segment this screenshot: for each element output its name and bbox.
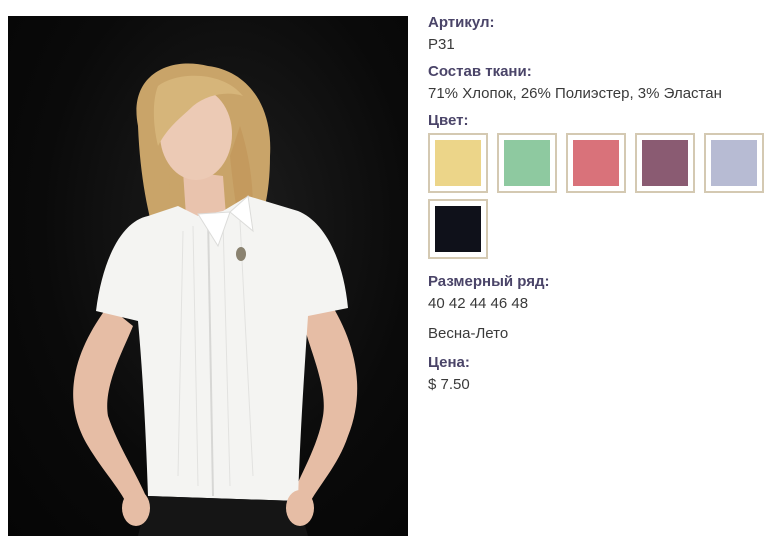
lavender-swatch-fill [711, 140, 757, 186]
fabric-label: Состав ткани: [428, 63, 532, 80]
color-block: Цвет: [428, 112, 768, 259]
product-details: Артикул: P31 Состав ткани: 71% Хлопок, 2… [428, 14, 768, 403]
black-swatch[interactable] [428, 199, 488, 259]
model-in-white-blouse-image [73, 63, 358, 536]
yellow-swatch-fill [435, 140, 481, 186]
product-photo [8, 16, 408, 536]
sku-label: Артикул: [428, 14, 495, 31]
black-swatch-fill [435, 206, 481, 252]
price-block: Цена: $ 7.50 [428, 354, 768, 395]
color-label: Цвет: [428, 112, 469, 129]
pink-swatch-fill [573, 140, 619, 186]
sku-value: P31 [428, 36, 455, 53]
lavender-swatch[interactable] [704, 133, 764, 193]
price-value: $ 7.50 [428, 376, 470, 393]
sizes-block: Размерный ряд: 40 42 44 46 48 [428, 273, 768, 314]
color-swatches [428, 133, 768, 259]
green-swatch[interactable] [497, 133, 557, 193]
green-swatch-fill [504, 140, 550, 186]
pink-swatch[interactable] [566, 133, 626, 193]
price-label: Цена: [428, 354, 470, 371]
sizes-value: 40 42 44 46 48 [428, 295, 529, 312]
season-value: Весна-Лето [428, 325, 509, 342]
plum-swatch[interactable] [635, 133, 695, 193]
fabric-block: Состав ткани: 71% Хлопок, 26% Полиэстер,… [428, 63, 768, 104]
plum-swatch-fill [642, 140, 688, 186]
sizes-label: Размерный ряд: [428, 273, 550, 290]
sku-block: Артикул: P31 [428, 14, 768, 55]
fabric-value: 71% Хлопок, 26% Полиэстер, 3% Эластан [428, 85, 722, 102]
yellow-swatch[interactable] [428, 133, 488, 193]
